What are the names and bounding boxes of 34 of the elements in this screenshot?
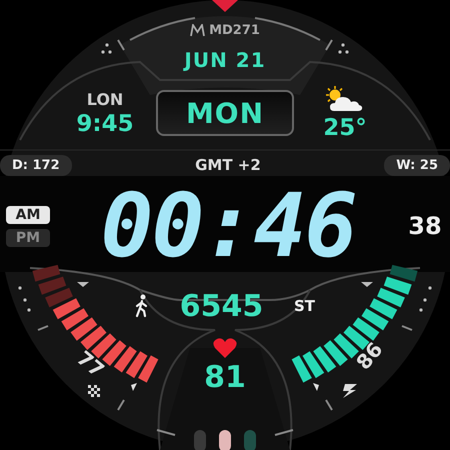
- top-marker-icon: [212, 0, 238, 12]
- gauge-track: [32, 264, 73, 308]
- meridiem-indicator: PM: [6, 228, 50, 246]
- triangle-icon: [361, 282, 373, 287]
- seconds: 38: [407, 212, 443, 240]
- page-indicator: [194, 430, 206, 450]
- day-of-year: D: 172: [0, 154, 72, 176]
- week-number: W: 25: [384, 154, 450, 176]
- timezone-label: GMT +2: [195, 156, 261, 174]
- gauge-track: [390, 264, 418, 282]
- gauge-value: 77: [72, 346, 110, 382]
- walking-person-icon: [135, 294, 149, 318]
- temperature: 25°: [323, 115, 367, 141]
- logo-icon: [190, 24, 206, 36]
- triangle-icon: [77, 282, 89, 287]
- city-label: LON: [86, 90, 124, 108]
- page-indicator: [244, 430, 256, 450]
- brand-name: MD271: [209, 22, 260, 38]
- bezel-arc: [130, 17, 196, 41]
- day-display: MON: [156, 90, 294, 136]
- lightning-icon: [343, 384, 357, 398]
- step-count: 6545: [180, 288, 264, 324]
- digital-time: 00:46: [100, 186, 356, 266]
- meridiem-indicator: AM: [6, 206, 50, 224]
- date-text: JUN 21: [184, 48, 266, 72]
- world-time: 9:45: [76, 110, 134, 136]
- heart-rate: 81: [204, 360, 246, 395]
- heart-icon: [213, 338, 237, 358]
- page-indicator: [219, 430, 231, 450]
- steps-label: ST: [294, 297, 315, 315]
- checkered-flag-icon: [88, 385, 100, 397]
- gauge-value: 86: [351, 337, 388, 374]
- triangle-icon: [313, 383, 319, 391]
- triangle-icon: [131, 383, 137, 391]
